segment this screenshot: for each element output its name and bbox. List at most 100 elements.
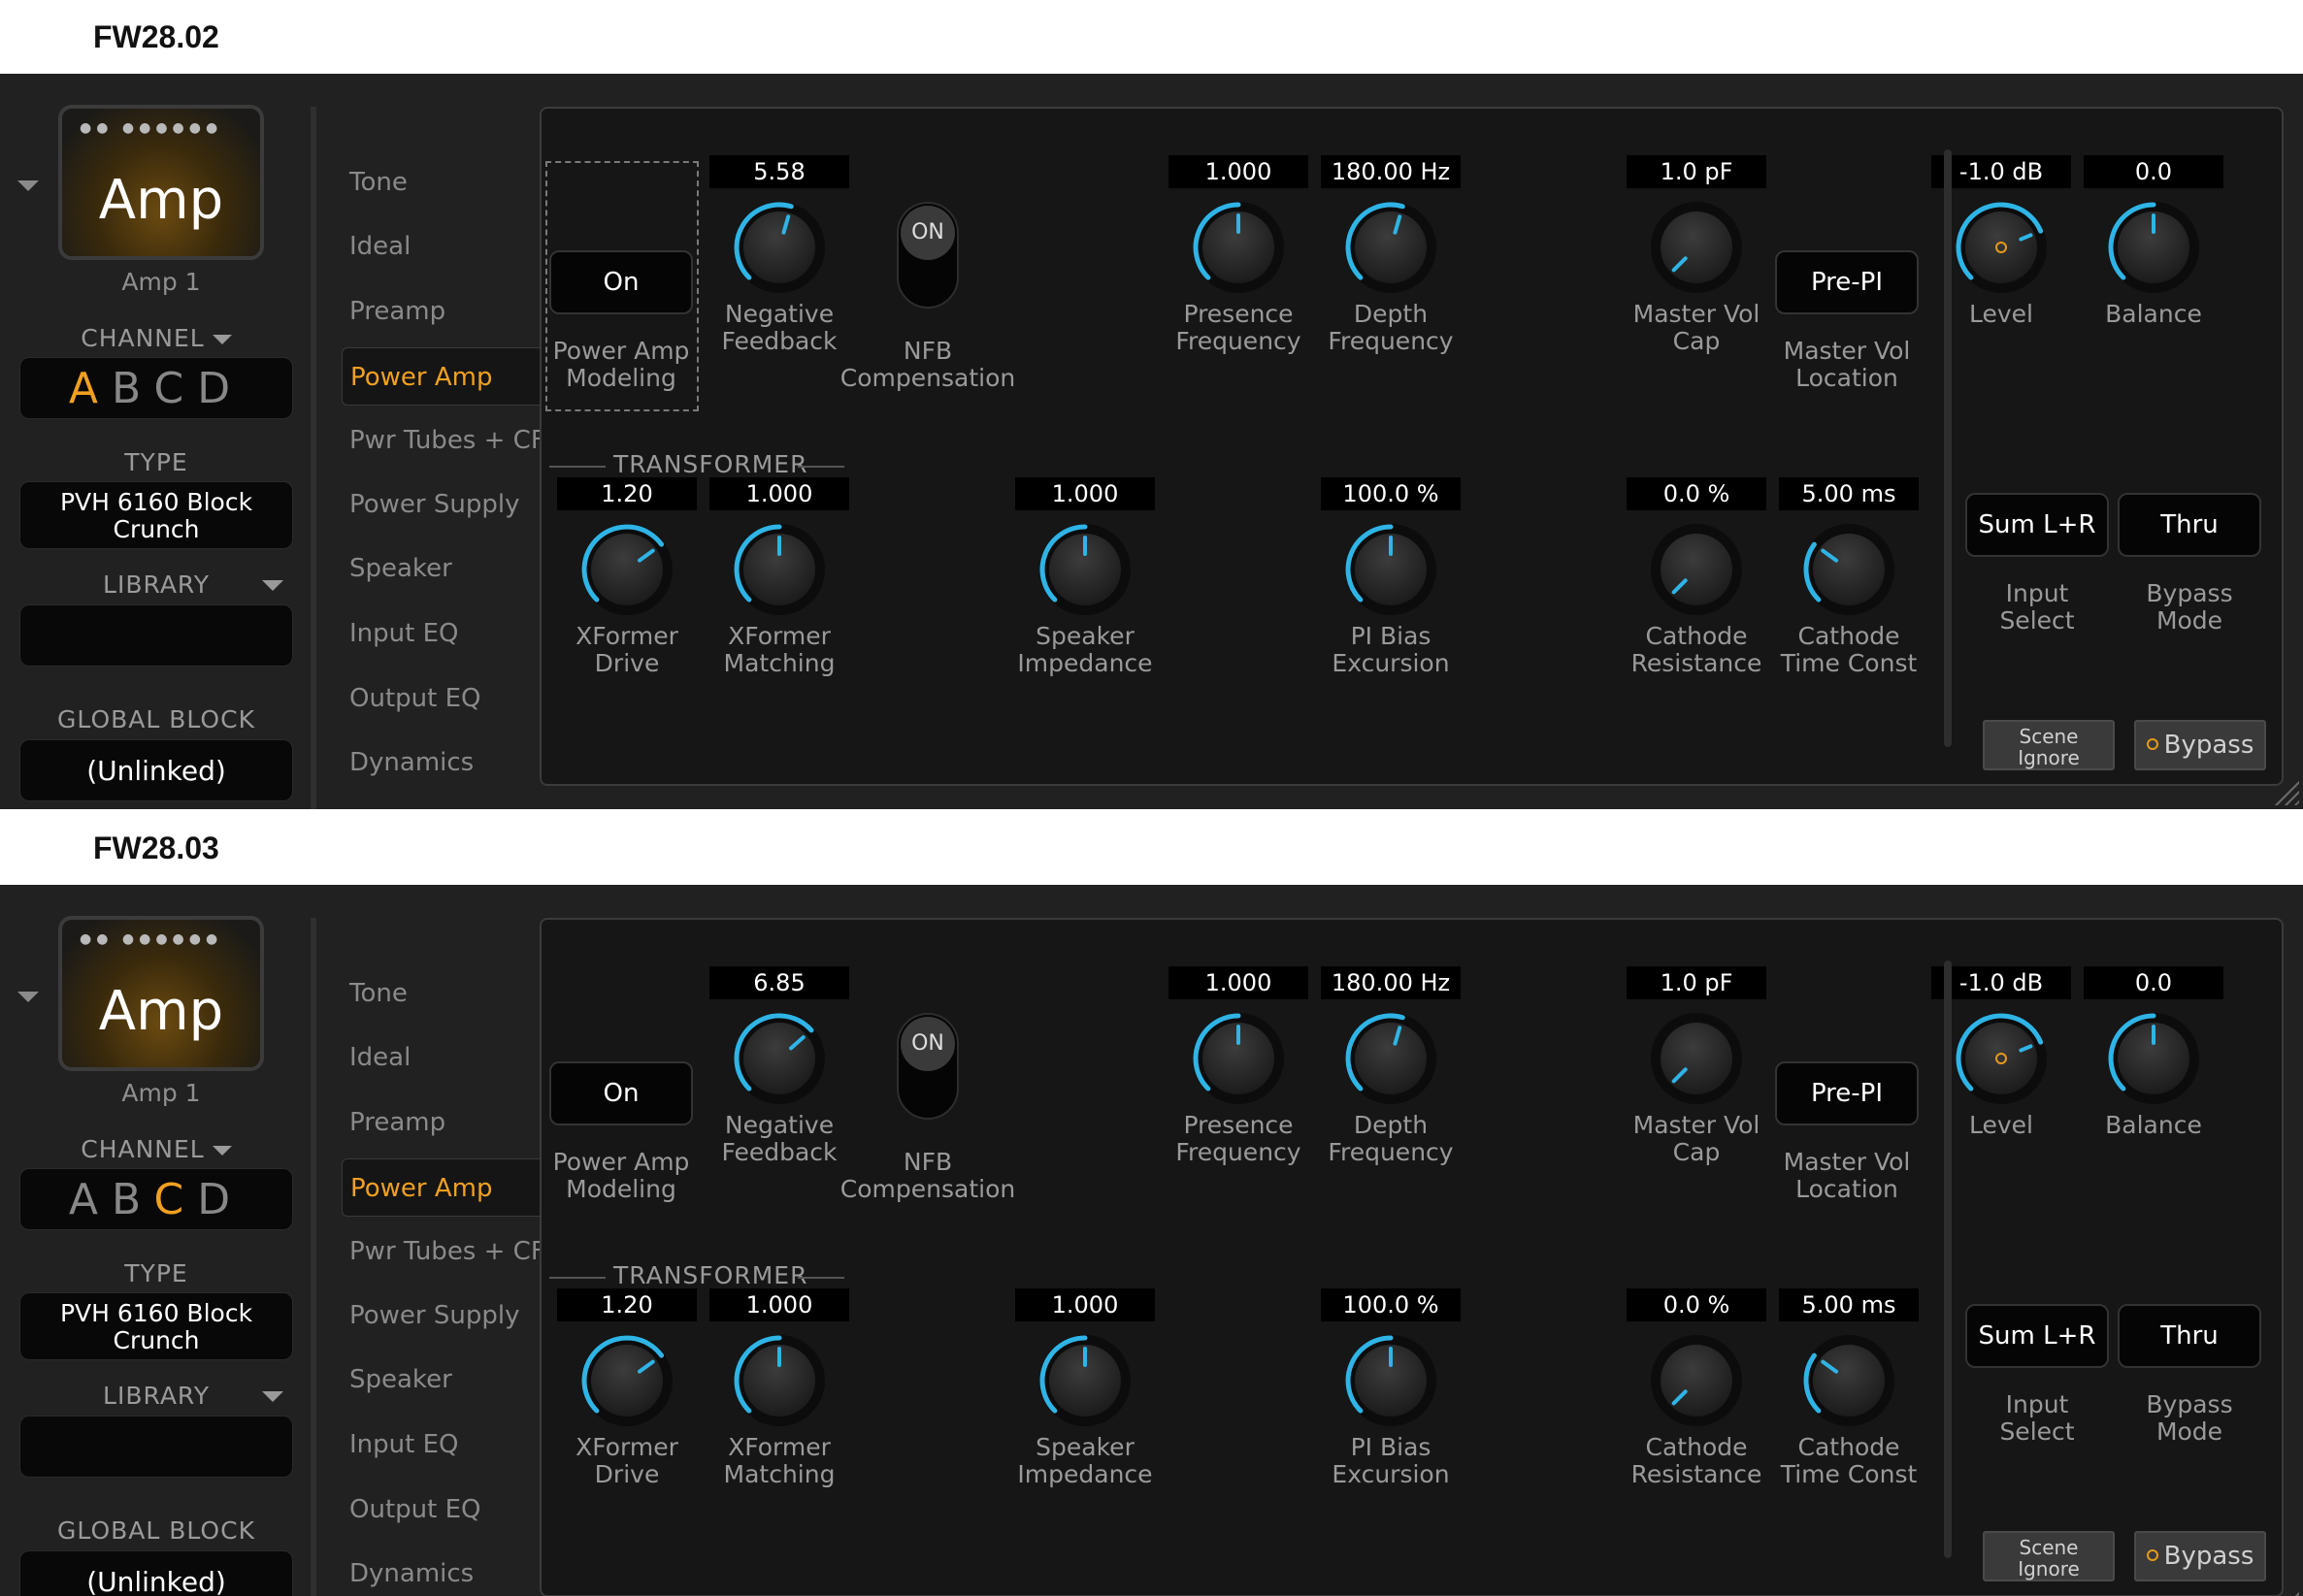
balance-value[interactable]: 0.0 — [2084, 966, 2223, 999]
menu-item-tone[interactable]: Tone — [342, 153, 408, 212]
level-knob[interactable] — [1953, 1010, 2050, 1107]
bypass-mode-button[interactable]: Thru — [2118, 1304, 2261, 1368]
triangle-down-icon[interactable] — [17, 180, 39, 191]
master-vol-location-button[interactable]: Pre-PI — [1775, 250, 1919, 314]
input-select-button[interactable]: Sum L+R — [1965, 1304, 2109, 1368]
cathode-resistance-knob[interactable] — [1648, 1332, 1745, 1429]
cathode-resistance-knob[interactable] — [1648, 521, 1745, 618]
depth-frequency-knob[interactable] — [1342, 199, 1439, 296]
triangle-down-icon[interactable] — [17, 992, 39, 1002]
balance-knob[interactable] — [2105, 199, 2202, 296]
balance-value[interactable]: 0.0 — [2084, 155, 2223, 188]
pi-bias-excursion-knob[interactable] — [1342, 1332, 1439, 1429]
negative-feedback-knob[interactable] — [731, 199, 828, 296]
menu-item-power-amp[interactable]: Power Amp — [342, 1158, 545, 1217]
cathode-time-const-knob[interactable] — [1800, 521, 1897, 618]
channel-option-d[interactable]: D — [197, 364, 244, 413]
menu-item-pwr-tubes-cf[interactable]: Pwr Tubes + CF — [342, 1222, 545, 1281]
cathode-time-const-knob[interactable] — [1800, 1332, 1897, 1429]
pi-bias-excursion-value[interactable]: 100.0 % — [1321, 1288, 1461, 1321]
global-block-field[interactable]: (Unlinked) — [19, 739, 293, 801]
chevron-down-icon[interactable] — [262, 1391, 283, 1402]
power-amp-modeling-button[interactable]: On — [549, 1061, 693, 1125]
level-knob[interactable] — [1953, 199, 2050, 296]
negative-feedback-value[interactable]: 5.58 — [709, 155, 849, 188]
chevron-down-icon[interactable] — [212, 335, 232, 344]
negative-feedback-knob[interactable] — [731, 1010, 828, 1107]
amp-type-field[interactable]: PVH 6160 Block Crunch — [19, 481, 293, 549]
presence-frequency-knob[interactable] — [1190, 1010, 1287, 1107]
level-value[interactable]: -1.0 dB — [1931, 155, 2071, 188]
depth-frequency-value[interactable]: 180.00 Hz — [1321, 966, 1461, 999]
menu-item-power-supply[interactable]: Power Supply — [342, 475, 519, 534]
menu-item-dynamics[interactable]: Dynamics — [342, 733, 474, 792]
cathode-resistance-value[interactable]: 0.0 % — [1627, 1288, 1766, 1321]
bypass-mode-button[interactable]: Thru — [2118, 493, 2261, 557]
library-field[interactable] — [19, 1416, 293, 1478]
menu-item-input-eq[interactable]: Input EQ — [342, 604, 458, 663]
power-amp-modeling-button[interactable]: On — [549, 250, 693, 314]
xformer-matching-value[interactable]: 1.000 — [709, 477, 849, 510]
menu-item-speaker[interactable]: Speaker — [342, 1351, 452, 1409]
balance-knob[interactable] — [2105, 1010, 2202, 1107]
amp-block-tile[interactable]: ●● ●●●●●● Amp — [58, 105, 264, 260]
depth-frequency-knob[interactable] — [1342, 1010, 1439, 1107]
pi-bias-excursion-value[interactable]: 100.0 % — [1321, 477, 1461, 510]
menu-item-preamp[interactable]: Preamp — [342, 282, 445, 341]
xformer-drive-value[interactable]: 1.20 — [557, 1288, 697, 1321]
channel-option-b[interactable]: B — [112, 364, 153, 413]
menu-item-power-amp[interactable]: Power Amp — [342, 347, 545, 406]
chevron-down-icon[interactable] — [212, 1146, 232, 1156]
master-vol-cap-knob[interactable] — [1648, 199, 1745, 296]
menu-item-speaker[interactable]: Speaker — [342, 539, 452, 598]
xformer-matching-knob[interactable] — [731, 1332, 828, 1429]
presence-frequency-value[interactable]: 1.000 — [1168, 155, 1308, 188]
pi-bias-excursion-knob[interactable] — [1342, 521, 1439, 618]
channel-label[interactable]: CHANNEL — [19, 1135, 293, 1163]
menu-item-output-eq[interactable]: Output EQ — [342, 669, 480, 728]
master-vol-cap-knob[interactable] — [1648, 1010, 1745, 1107]
speaker-impedance-value[interactable]: 1.000 — [1015, 477, 1155, 510]
amp-block-tile[interactable]: ●● ●●●●●● Amp — [58, 916, 264, 1071]
negative-feedback-value[interactable]: 6.85 — [709, 966, 849, 999]
channel-option-a[interactable]: A — [69, 364, 112, 413]
master-vol-cap-value[interactable]: 1.0 pF — [1627, 966, 1766, 999]
input-select-button[interactable]: Sum L+R — [1965, 493, 2109, 557]
presence-frequency-value[interactable]: 1.000 — [1168, 966, 1308, 999]
speaker-impedance-knob[interactable] — [1036, 1332, 1134, 1429]
xformer-drive-value[interactable]: 1.20 — [557, 477, 697, 510]
scene-ignore-button[interactable]: Scene Ignore — [1983, 1531, 2115, 1581]
nfb-compensation-toggle[interactable]: ON — [897, 202, 959, 309]
speaker-impedance-knob[interactable] — [1036, 521, 1134, 618]
menu-item-tone[interactable]: Tone — [342, 964, 408, 1023]
menu-item-output-eq[interactable]: Output EQ — [342, 1481, 480, 1539]
nfb-compensation-toggle[interactable]: ON — [897, 1013, 959, 1120]
chevron-down-icon[interactable] — [262, 580, 283, 591]
channel-label[interactable]: CHANNEL — [19, 324, 293, 352]
master-vol-location-button[interactable]: Pre-PI — [1775, 1061, 1919, 1125]
bypass-button[interactable]: Bypass — [2134, 720, 2266, 770]
menu-item-input-eq[interactable]: Input EQ — [342, 1416, 458, 1474]
menu-item-ideal[interactable]: Ideal — [342, 1028, 411, 1087]
presence-frequency-knob[interactable] — [1190, 199, 1287, 296]
channel-option-c[interactable]: C — [153, 1175, 197, 1224]
depth-frequency-value[interactable]: 180.00 Hz — [1321, 155, 1461, 188]
channel-option-d[interactable]: D — [197, 1175, 244, 1224]
bypass-button[interactable]: Bypass — [2134, 1531, 2266, 1581]
speaker-impedance-value[interactable]: 1.000 — [1015, 1288, 1155, 1321]
menu-item-dynamics[interactable]: Dynamics — [342, 1545, 474, 1596]
menu-item-ideal[interactable]: Ideal — [342, 217, 411, 276]
xformer-drive-knob[interactable] — [578, 1332, 675, 1429]
xformer-matching-value[interactable]: 1.000 — [709, 1288, 849, 1321]
cathode-time-const-value[interactable]: 5.00 ms — [1779, 1288, 1919, 1321]
library-field[interactable] — [19, 604, 293, 667]
menu-item-preamp[interactable]: Preamp — [342, 1093, 445, 1152]
xformer-matching-knob[interactable] — [731, 521, 828, 618]
cathode-time-const-value[interactable]: 5.00 ms — [1779, 477, 1919, 510]
scene-ignore-button[interactable]: Scene Ignore — [1983, 720, 2115, 770]
menu-item-power-supply[interactable]: Power Supply — [342, 1287, 519, 1345]
global-block-field[interactable]: (Unlinked) — [19, 1550, 293, 1596]
amp-type-field[interactable]: PVH 6160 Block Crunch — [19, 1292, 293, 1360]
channel-option-b[interactable]: B — [112, 1175, 153, 1224]
level-value[interactable]: -1.0 dB — [1931, 966, 2071, 999]
